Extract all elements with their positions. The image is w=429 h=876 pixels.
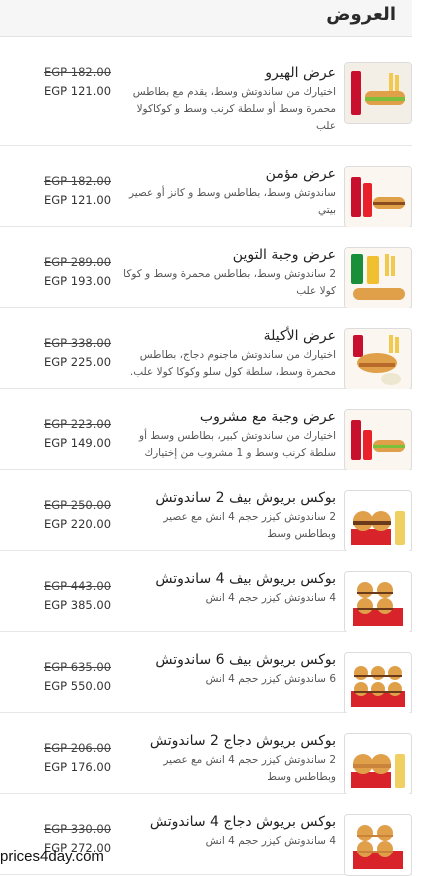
- item-name: عرض الأكيلة: [263, 328, 336, 344]
- item-name: بوكس بريوش بيف 2 ساندوتش: [155, 490, 336, 506]
- item-description: اختيارك من ساندوتش ماجنوم دجاج، بطاطس مح…: [129, 349, 336, 378]
- new-price: EGP 220.00: [44, 517, 112, 531]
- new-price: EGP 193.00: [44, 274, 112, 288]
- item-name: عرض مؤمن: [265, 166, 336, 182]
- item-prices: EGP 338.00 EGP 225.00: [44, 334, 114, 372]
- new-price: EGP 385.00: [44, 598, 112, 612]
- list-item[interactable]: عرض مؤمن ساندوتش وسط، بطاطس وسط و كانز أ…: [0, 146, 412, 228]
- item-prices: EGP 223.00 EGP 149.00: [44, 415, 114, 453]
- old-price: EGP 330.00: [44, 822, 112, 836]
- item-prices: EGP 289.00 EGP 193.00: [44, 253, 114, 291]
- list-item[interactable]: بوكس بريوش دجاج 2 ساندوتش 2 ساندوتش كيزر…: [0, 713, 412, 795]
- item-info: عرض وجبة مع مشروب اختيارك من ساندوتش كبي…: [121, 407, 336, 462]
- item-prices: EGP 443.00 EGP 385.00: [44, 577, 114, 615]
- old-price: EGP 182.00: [44, 65, 112, 79]
- old-price: EGP 206.00: [44, 741, 112, 755]
- item-name: عرض الهيرو: [265, 65, 336, 81]
- new-price: EGP 550.00: [44, 679, 112, 693]
- meal-with-drink-image[interactable]: [344, 409, 412, 471]
- item-description: 4 ساندوتش كيزر حجم 4 انش: [205, 592, 336, 604]
- watermark: prices4day.com: [0, 848, 104, 865]
- item-info: بوكس بريوش دجاج 2 ساندوتش 2 ساندوتش كيزر…: [121, 731, 336, 786]
- list-item[interactable]: بوكس بريوش بيف 6 ساندوتش 6 ساندوتش كيزر …: [0, 632, 412, 714]
- item-name: بوكس بريوش بيف 6 ساندوتش: [155, 652, 336, 668]
- new-price: EGP 225.00: [44, 355, 112, 369]
- list-item[interactable]: عرض الأكيلة اختيارك من ساندوتش ماجنوم دج…: [0, 308, 412, 390]
- item-info: عرض وجبة التوين 2 ساندوتش وسط، بطاطس محم…: [121, 245, 336, 300]
- old-price: EGP 182.00: [44, 174, 112, 188]
- new-price: EGP 121.00: [44, 84, 112, 98]
- old-price: EGP 289.00: [44, 255, 112, 269]
- new-price: EGP 121.00: [44, 193, 112, 207]
- old-price: EGP 250.00: [44, 498, 112, 512]
- item-description: 6 ساندوتش كيزر حجم 4 انش: [205, 673, 336, 685]
- beef-brioche-box-4-image[interactable]: [344, 571, 412, 633]
- beef-brioche-box-6-image[interactable]: [344, 652, 412, 714]
- list-item[interactable]: عرض الهيرو اختيارك من ساندوتش وسط، يقدم …: [0, 37, 412, 146]
- item-name: عرض وجبة مع مشروب: [199, 409, 336, 425]
- combo-sandwich-fries-image[interactable]: [344, 62, 412, 124]
- list-item[interactable]: عرض وجبة التوين 2 ساندوتش وسط، بطاطس محم…: [0, 227, 412, 309]
- item-description: 2 ساندوتش كيزر حجم 4 انش مع عصير وبطاطس …: [163, 511, 336, 540]
- item-description: ساندوتش وسط، بطاطس وسط و كانز أو عصير بي…: [128, 187, 336, 216]
- old-price: EGP 635.00: [44, 660, 112, 674]
- item-description: 2 ساندوتش كيزر حجم 4 انش مع عصير وبطاطس …: [163, 754, 336, 783]
- list-item[interactable]: بوكس بريوش بيف 2 ساندوتش 2 ساندوتش كيزر …: [0, 470, 412, 552]
- item-name: بوكس بريوش بيف 4 ساندوتش: [155, 571, 336, 587]
- item-prices: EGP 635.00 EGP 550.00: [44, 658, 114, 696]
- item-name: بوكس بريوش دجاج 2 ساندوتش: [149, 733, 336, 749]
- item-description: 2 ساندوتش وسط، بطاطس محمرة وسط و كوكا كو…: [123, 268, 336, 297]
- old-price: EGP 338.00: [44, 336, 112, 350]
- item-info: بوكس بريوش دجاج 4 ساندوتش 4 ساندوتش كيزر…: [121, 812, 336, 850]
- item-prices: EGP 182.00 EGP 121.00: [44, 63, 114, 101]
- item-name: بوكس بريوش دجاج 4 ساندوتش: [149, 814, 336, 830]
- akela-meal-image[interactable]: [344, 328, 412, 390]
- item-prices: EGP 206.00 EGP 176.00: [44, 739, 114, 777]
- offers-list: عرض الهيرو اختيارك من ساندوتش وسط، يقدم …: [0, 37, 412, 876]
- page-title: العروض: [326, 4, 396, 25]
- page-header: العروض: [0, 0, 412, 37]
- item-info: بوكس بريوش بيف 4 ساندوتش 4 ساندوتش كيزر …: [121, 569, 336, 607]
- chicken-brioche-box-4-image[interactable]: [344, 814, 412, 876]
- item-info: عرض الأكيلة اختيارك من ساندوتش ماجنوم دج…: [121, 326, 336, 381]
- item-info: عرض مؤمن ساندوتش وسط، بطاطس وسط و كانز أ…: [121, 164, 336, 219]
- item-description: اختيارك من ساندوتش وسط، يقدم مع بطاطس مح…: [132, 86, 336, 132]
- item-name: عرض وجبة التوين: [232, 247, 336, 263]
- item-info: عرض الهيرو اختيارك من ساندوتش وسط، يقدم …: [121, 63, 336, 135]
- old-price: EGP 223.00: [44, 417, 112, 431]
- item-prices: EGP 182.00 EGP 121.00: [44, 172, 114, 210]
- list-item[interactable]: عرض وجبة مع مشروب اختيارك من ساندوتش كبي…: [0, 389, 412, 471]
- item-description: 4 ساندوتش كيزر حجم 4 انش: [205, 835, 336, 847]
- item-description: اختيارك من ساندوتش كبير، بطاطس وسط أو سل…: [139, 430, 336, 459]
- new-price: EGP 176.00: [44, 760, 112, 774]
- item-info: بوكس بريوش بيف 6 ساندوتش 6 ساندوتش كيزر …: [121, 650, 336, 688]
- item-prices: EGP 250.00 EGP 220.00: [44, 496, 114, 534]
- combo-sandwich-cans-image[interactable]: [344, 166, 412, 228]
- list-item[interactable]: بوكس بريوش بيف 4 ساندوتش 4 ساندوتش كيزر …: [0, 551, 412, 633]
- chicken-brioche-box-2-image[interactable]: [344, 733, 412, 795]
- item-info: بوكس بريوش بيف 2 ساندوتش 2 ساندوتش كيزر …: [121, 488, 336, 543]
- twin-meal-image[interactable]: [344, 247, 412, 309]
- new-price: EGP 149.00: [44, 436, 112, 450]
- beef-brioche-box-2-image[interactable]: [344, 490, 412, 552]
- old-price: EGP 443.00: [44, 579, 112, 593]
